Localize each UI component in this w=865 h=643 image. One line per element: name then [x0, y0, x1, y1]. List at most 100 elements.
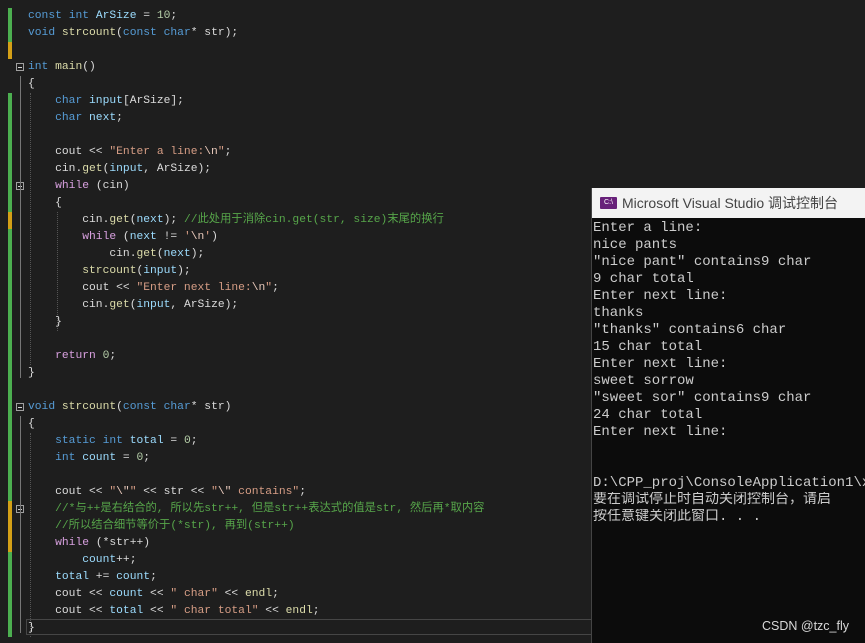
- code-line[interactable]: cout << count << " char" << endl;: [28, 586, 279, 603]
- debug-console-window[interactable]: C:\ Microsoft Visual Studio 调试控制台 Enter …: [591, 188, 865, 643]
- code-line[interactable]: char input[ArSize];: [28, 93, 184, 110]
- code-line[interactable]: cout << total << " char total" << endl;: [28, 603, 320, 620]
- code-line[interactable]: while (next != '\n'): [28, 229, 218, 246]
- code-token-pl: (): [82, 61, 96, 73]
- code-token-pl: cout <<: [28, 588, 110, 600]
- code-line[interactable]: {: [28, 416, 35, 433]
- code-line[interactable]: char next;: [28, 110, 123, 127]
- code-line[interactable]: {: [28, 76, 35, 93]
- console-line: Enter next line:: [593, 424, 728, 440]
- code-token-pl: <<: [217, 588, 245, 600]
- code-line[interactable]: cout << "Enter next line:\n";: [28, 280, 279, 297]
- code-line[interactable]: return 0;: [28, 348, 116, 365]
- code-line[interactable]: cin.get(input, ArSize);: [28, 297, 238, 314]
- console-line: thanks: [593, 305, 644, 321]
- code-token-pl: ;: [272, 282, 279, 294]
- code-token-pl: (: [116, 401, 123, 413]
- code-line[interactable]: //*与++是右结合的, 所以先str++, 但是str++表达式的值是str,…: [28, 501, 484, 518]
- code-token-var: input: [136, 299, 171, 311]
- code-token-fn: get: [136, 248, 157, 260]
- code-token-kw: int: [55, 452, 83, 464]
- code-token-cmt: //所以结合细节等价于(*str), 再到(str++): [55, 520, 295, 532]
- code-line[interactable]: strcount(input);: [28, 263, 190, 280]
- console-title-bar[interactable]: C:\ Microsoft Visual Studio 调试控制台: [592, 188, 865, 218]
- code-line[interactable]: void strcount(const char* str);: [28, 25, 238, 42]
- code-token-var: total: [109, 605, 144, 617]
- console-line: "nice pant" contains9 char: [593, 254, 812, 270]
- code-line[interactable]: int main(): [28, 59, 96, 76]
- code-token-var: count: [116, 571, 151, 583]
- code-line[interactable]: while (cin): [28, 178, 130, 195]
- console-line: Enter next line:: [593, 288, 728, 304]
- code-token-pl: }: [28, 367, 35, 379]
- collapse-icon[interactable]: [16, 63, 24, 71]
- collapse-icon[interactable]: [16, 403, 24, 411]
- code-line[interactable]: cin.get(next); //此处用于消除cin.get(str, size…: [28, 212, 444, 229]
- code-token-pl: );: [163, 214, 184, 226]
- code-token-kw: const: [122, 401, 164, 413]
- code-line[interactable]: int count = 0;: [28, 450, 150, 467]
- code-token-var: count: [82, 554, 117, 566]
- code-token-fn: main: [55, 61, 83, 73]
- code-token-pl: cout <<: [28, 486, 110, 498]
- code-line[interactable]: const int ArSize = 10;: [28, 8, 177, 25]
- console-title: Microsoft Visual Studio 调试控制台: [622, 195, 839, 211]
- console-line: Enter next line:: [593, 356, 728, 372]
- code-token-esc: \n: [251, 282, 266, 294]
- code-line[interactable]: cout << "\"" << str << "\" contains";: [28, 484, 306, 501]
- code-line[interactable]: cout << "Enter a line:\n";: [28, 144, 231, 161]
- code-token-kw: char: [55, 112, 90, 124]
- code-line[interactable]: while (*str++): [28, 535, 150, 552]
- code-token-pl: ;: [312, 605, 320, 617]
- code-token-kw: int: [28, 61, 56, 73]
- code-line[interactable]: static int total = 0;: [28, 433, 198, 450]
- code-token-pl: =: [136, 10, 157, 22]
- code-line[interactable]: cin.get(input, ArSize);: [28, 161, 211, 178]
- code-token-str: " char": [170, 588, 218, 600]
- code-line[interactable]: }: [28, 365, 35, 382]
- console-output[interactable]: Enter a line: nice pants "nice pant" conta…: [592, 218, 865, 526]
- fold-region-line: [20, 518, 21, 548]
- code-token-ctl: while: [55, 537, 96, 549]
- change-indicator: [8, 93, 12, 212]
- console-line: 24 char total: [593, 407, 703, 423]
- code-line[interactable]: count++;: [28, 552, 136, 569]
- code-token-pl: cout <<: [28, 146, 110, 158]
- code-token-pl: (cin): [95, 180, 130, 192]
- code-token-pl: {: [28, 78, 35, 90]
- code-line[interactable]: cin.get(next);: [28, 246, 204, 263]
- code-token-kw: void: [28, 27, 62, 39]
- code-token-fn: strcount: [82, 265, 137, 277]
- code-token-var: input: [109, 163, 144, 175]
- code-token-var: next: [129, 231, 157, 243]
- code-line[interactable]: void strcount(const char* str): [28, 399, 231, 416]
- code-token-pl: <<: [258, 605, 286, 617]
- code-token-pl: (: [116, 27, 123, 39]
- code-line[interactable]: }: [28, 314, 62, 331]
- change-indicator: [8, 365, 12, 501]
- code-token-var: input: [89, 95, 123, 107]
- code-token-kw: int: [102, 435, 130, 447]
- code-line[interactable]: {: [28, 195, 62, 212]
- code-token-kw: char: [55, 95, 90, 107]
- code-token-pl: +=: [89, 571, 117, 583]
- console-line: D:\CPP_proj\ConsoleApplication1\x: [593, 475, 865, 491]
- console-line: 15 char total: [593, 339, 703, 355]
- code-token-fn: strcount: [61, 27, 117, 39]
- code-token-pl: cout <<: [28, 605, 110, 617]
- change-indicator: [8, 8, 12, 42]
- code-line[interactable]: //所以结合细节等价于(*str), 再到(str++): [28, 518, 295, 535]
- change-indicator: [8, 552, 12, 637]
- code-token-pl: ;: [190, 435, 198, 447]
- code-line[interactable]: total += count;: [28, 569, 157, 586]
- code-token-var: input: [143, 265, 178, 277]
